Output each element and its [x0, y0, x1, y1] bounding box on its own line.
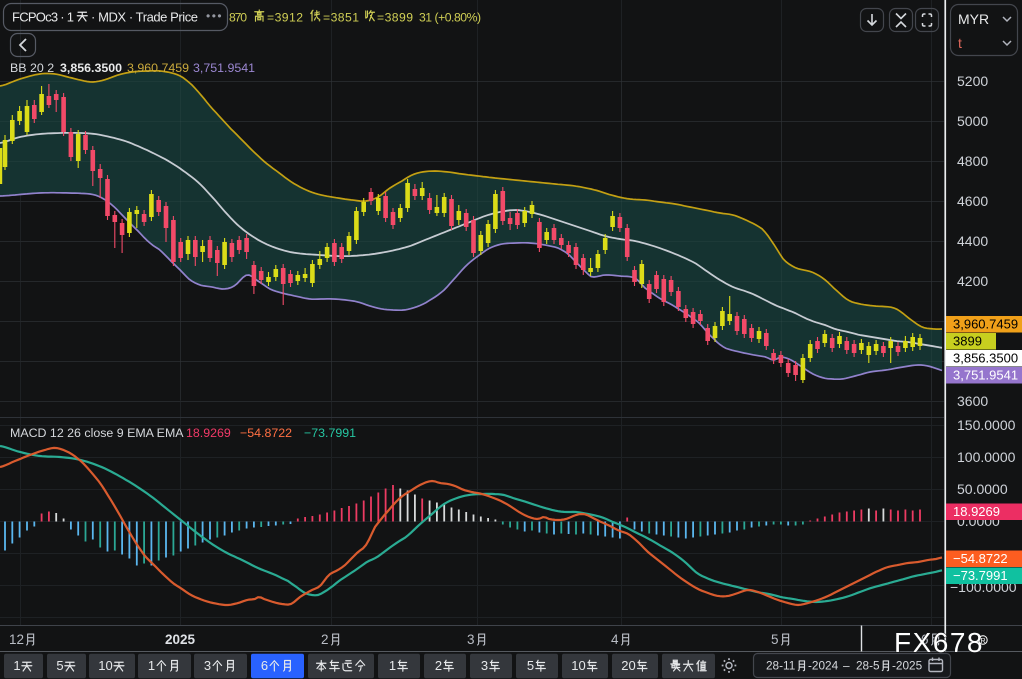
svg-text:5200: 5200: [957, 73, 988, 89]
svg-text:5: 5: [56, 658, 63, 673]
svg-text:4400: 4400: [957, 233, 988, 249]
svg-text:3,960.7459: 3,960.7459: [953, 317, 1018, 332]
svg-text:MYR: MYR: [958, 11, 989, 27]
svg-text:-2024: -2024: [808, 659, 839, 673]
svg-text:1: 1: [13, 658, 20, 673]
svg-text:10: 10: [98, 658, 112, 673]
svg-text:4: 4: [611, 632, 619, 647]
svg-text:-2025: -2025: [892, 659, 923, 673]
svg-text:12: 12: [9, 632, 24, 647]
svg-text:4600: 4600: [957, 193, 988, 209]
svg-text:−73.7991: −73.7991: [953, 568, 1008, 583]
svg-text:=3851: =3851: [323, 11, 359, 25]
svg-text:3: 3: [467, 632, 475, 647]
svg-text:3,751.9541: 3,751.9541: [953, 368, 1018, 383]
svg-text:=3899: =3899: [377, 11, 413, 25]
svg-text:•••: •••: [206, 9, 223, 23]
svg-text:5: 5: [771, 632, 779, 647]
svg-text:BB 20 2: BB 20 2: [10, 61, 54, 75]
svg-text:31 (+0.80%): 31 (+0.80%): [419, 11, 481, 25]
svg-text:10: 10: [571, 658, 585, 673]
svg-text:MACD 12 26 close 9 EMA EMA: MACD 12 26 close 9 EMA EMA: [10, 426, 184, 440]
svg-text:3,960.7459: 3,960.7459: [127, 61, 189, 75]
svg-text:t: t: [958, 35, 962, 51]
svg-text:20: 20: [621, 658, 635, 673]
svg-text:28-11: 28-11: [766, 659, 795, 673]
svg-text:3,751.9541: 3,751.9541: [193, 61, 255, 75]
svg-text:−73.7991: −73.7991: [304, 426, 356, 440]
svg-text:18.9269: 18.9269: [953, 504, 1000, 519]
svg-text:3: 3: [204, 658, 211, 673]
svg-text:1: 1: [148, 658, 155, 673]
svg-text:50.0000: 50.0000: [957, 481, 1008, 497]
svg-text:3,856.3500: 3,856.3500: [60, 61, 122, 75]
svg-text:5: 5: [527, 658, 534, 673]
svg-text:18.9269: 18.9269: [186, 426, 231, 440]
svg-text:870: 870: [229, 11, 247, 25]
svg-text:R: R: [981, 638, 986, 645]
svg-text:2025: 2025: [165, 632, 196, 647]
svg-text:4200: 4200: [957, 273, 988, 289]
svg-text:6: 6: [261, 658, 268, 673]
svg-text:100.0000: 100.0000: [957, 449, 1016, 465]
svg-text:1: 1: [389, 658, 396, 673]
svg-text:150.0000: 150.0000: [957, 417, 1016, 433]
svg-text:−54.8722: −54.8722: [953, 551, 1008, 566]
svg-text:3,856.3500: 3,856.3500: [953, 351, 1018, 366]
svg-text:−54.8722: −54.8722: [240, 426, 292, 440]
svg-text:–: –: [843, 659, 850, 673]
svg-text:FCPOc3 · 1: FCPOc3 · 1: [12, 10, 74, 25]
svg-text:5000: 5000: [957, 113, 988, 129]
svg-text:3600: 3600: [957, 393, 988, 409]
svg-text:4800: 4800: [957, 153, 988, 169]
svg-text:=3912: =3912: [267, 11, 303, 25]
svg-text:2: 2: [321, 632, 329, 647]
svg-text:3: 3: [481, 658, 488, 673]
svg-text:3899: 3899: [953, 334, 982, 349]
svg-text:2: 2: [435, 658, 442, 673]
svg-text:28-5: 28-5: [856, 659, 880, 673]
svg-text:· MDX · Trade Price: · MDX · Trade Price: [91, 10, 198, 25]
